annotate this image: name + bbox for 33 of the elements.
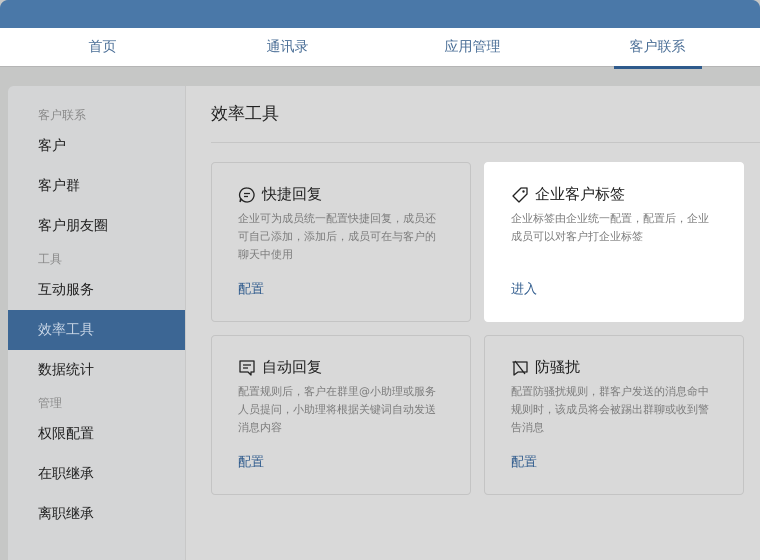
card-link[interactable]: 进入 <box>511 280 537 298</box>
page-title: 效率工具 <box>211 103 280 126</box>
sidebar-heading: 工具 <box>37 251 63 268</box>
sidebar-item[interactable]: 客户群 <box>8 166 185 206</box>
nav-tab[interactable]: 客户联系 <box>614 28 702 69</box>
sidebar-heading: 管理 <box>37 395 63 412</box>
card-link[interactable]: 配置 <box>511 453 537 471</box>
card-title: 防骚扰 <box>535 358 580 377</box>
blocked-message-icon <box>511 358 529 376</box>
nav-tab[interactable]: 应用管理 <box>428 28 516 69</box>
sidebar-item[interactable]: 权限配置 <box>8 414 185 454</box>
card-link[interactable]: 配置 <box>238 453 264 471</box>
card-title: 快捷回复 <box>262 185 322 204</box>
card-title: 企业客户标签 <box>535 185 625 204</box>
sidebar-item[interactable]: 客户朋友圈 <box>8 206 185 246</box>
sidebar-item[interactable]: 数据统计 <box>8 350 185 390</box>
sidebar-item[interactable]: 客户 <box>8 126 185 166</box>
card-title: 自动回复 <box>262 358 322 377</box>
card-description: 企业标签由企业统一配置，配置后，企业成员可以对客户打企业标签 <box>511 211 710 245</box>
sidebar-item[interactable]: 在职继承 <box>8 454 185 494</box>
card-link[interactable]: 配置 <box>238 280 264 298</box>
sidebar-item[interactable]: 离职继承 <box>8 494 185 534</box>
sidebar-item[interactable]: 效率工具 <box>8 310 185 350</box>
card-description: 企业可为成员统一配置快捷回复，成员还可自己添加，添加后，成员可在与客户的聊天中使用 <box>238 211 437 263</box>
card-description: 配置防骚扰规则，群客户发送的消息命中规则时，该成员将会被踢出群聊或收到警告消息 <box>511 384 710 436</box>
chat-bubble-icon <box>238 186 256 204</box>
card-description: 配置规则后，客户在群里@小助理或服务人员提问，小助理将根据关键词自动发送消息内容 <box>238 384 437 436</box>
nav-tab[interactable]: 通讯录 <box>250 28 324 69</box>
message-icon <box>238 358 256 376</box>
sidebar-heading: 客户联系 <box>37 107 87 124</box>
nav-tab[interactable]: 首页 <box>72 28 132 69</box>
tag-icon <box>511 186 529 204</box>
sidebar-item[interactable]: 互动服务 <box>8 270 185 310</box>
